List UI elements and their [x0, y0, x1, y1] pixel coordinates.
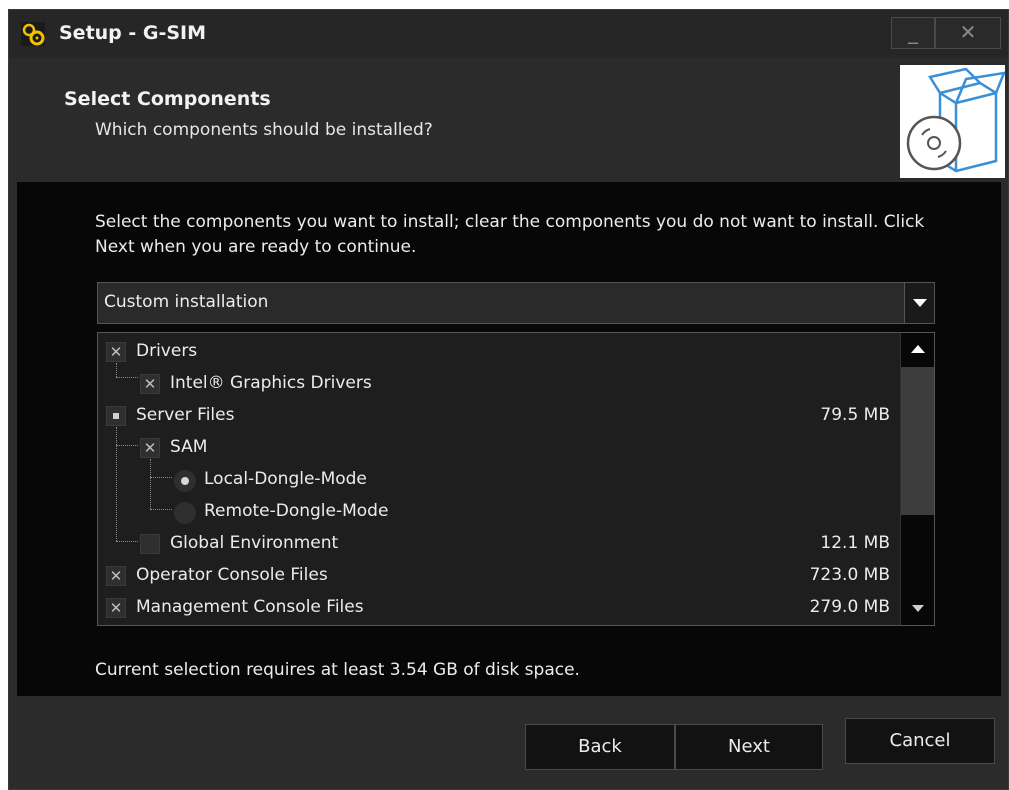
window-title: Setup - G-SIM	[59, 22, 207, 44]
radio-selected-icon[interactable]	[174, 470, 196, 492]
page-title: Select Components	[64, 88, 271, 110]
component-size: 79.5 MB	[820, 405, 890, 425]
checkbox-checked-icon[interactable]: ✕	[106, 566, 126, 586]
component-row-global-environment[interactable]: Global Environment 12.1 MB	[98, 527, 898, 559]
checkbox-checked-icon[interactable]: ✕	[106, 342, 126, 362]
component-row-management-console-files[interactable]: ✕ Management Console Files 279.0 MB	[98, 591, 898, 623]
back-button[interactable]: Back	[525, 724, 675, 770]
component-row-sam[interactable]: ✕ SAM	[98, 431, 898, 463]
component-label: Intel® Graphics Drivers	[170, 373, 372, 393]
scrollbar-thumb[interactable]	[901, 367, 934, 515]
component-size: 279.0 MB	[809, 597, 890, 617]
checkbox-unchecked-icon[interactable]	[140, 534, 160, 554]
minimize-button[interactable]: _	[891, 17, 935, 49]
software-box-icon	[900, 65, 1005, 178]
checkbox-checked-icon[interactable]: ✕	[140, 374, 160, 394]
component-row-drivers[interactable]: ✕ Drivers	[98, 335, 898, 367]
cancel-button[interactable]: Cancel	[845, 718, 995, 764]
component-row-intel-graphics-drivers[interactable]: ✕ Intel® Graphics Drivers	[98, 367, 898, 399]
component-label: Drivers	[136, 341, 198, 361]
component-row-remote-dongle-mode[interactable]: Remote-Dongle-Mode	[98, 495, 898, 527]
component-label: Global Environment	[170, 533, 339, 553]
component-row-server-files[interactable]: Server Files 79.5 MB	[98, 399, 898, 431]
component-label: Server Files	[136, 405, 235, 425]
radio-unselected-icon[interactable]	[174, 502, 196, 524]
vertical-scrollbar[interactable]	[900, 333, 934, 625]
checkbox-partial-icon[interactable]	[106, 406, 126, 426]
dropdown-arrow-icon[interactable]	[904, 283, 934, 323]
disk-space-text: Current selection requires at least 3.54…	[95, 660, 580, 680]
components-list[interactable]: ✕ Drivers ✕ Intel® Graphics Drivers Serv…	[97, 332, 935, 626]
next-button[interactable]: Next	[675, 724, 823, 770]
component-label: Operator Console Files	[136, 565, 328, 585]
component-label: SAM	[170, 437, 208, 457]
component-size: 723.0 MB	[809, 565, 890, 585]
install-type-value: Custom installation	[104, 292, 269, 312]
gears-app-icon	[21, 22, 45, 46]
page-subtitle: Which components should be installed?	[95, 120, 433, 140]
install-type-dropdown[interactable]: Custom installation	[97, 282, 935, 324]
wizard-header: Select Components Which components shoul…	[9, 58, 1008, 182]
component-row-local-dongle-mode[interactable]: Local-Dongle-Mode	[98, 463, 898, 495]
title-bar[interactable]: Setup - G-SIM _ ✕	[9, 10, 1008, 58]
component-label: Local-Dongle-Mode	[204, 469, 367, 489]
checkbox-checked-icon[interactable]: ✕	[106, 598, 126, 618]
component-row-operator-console-files[interactable]: ✕ Operator Console Files 723.0 MB	[98, 559, 898, 591]
component-size: 12.1 MB	[820, 533, 890, 553]
component-label: Management Console Files	[136, 597, 364, 617]
instructions-text: Select the components you want to instal…	[95, 212, 925, 257]
scroll-up-arrow-icon[interactable]	[901, 333, 934, 365]
setup-window: Setup - G-SIM _ ✕ Select Components Whic…	[8, 9, 1009, 790]
checkbox-checked-icon[interactable]: ✕	[140, 438, 160, 458]
scroll-down-arrow-icon[interactable]	[901, 593, 934, 625]
component-label: Remote-Dongle-Mode	[204, 501, 389, 521]
components-page: Select the components you want to instal…	[17, 182, 1001, 696]
close-button[interactable]: ✕	[935, 17, 1001, 49]
